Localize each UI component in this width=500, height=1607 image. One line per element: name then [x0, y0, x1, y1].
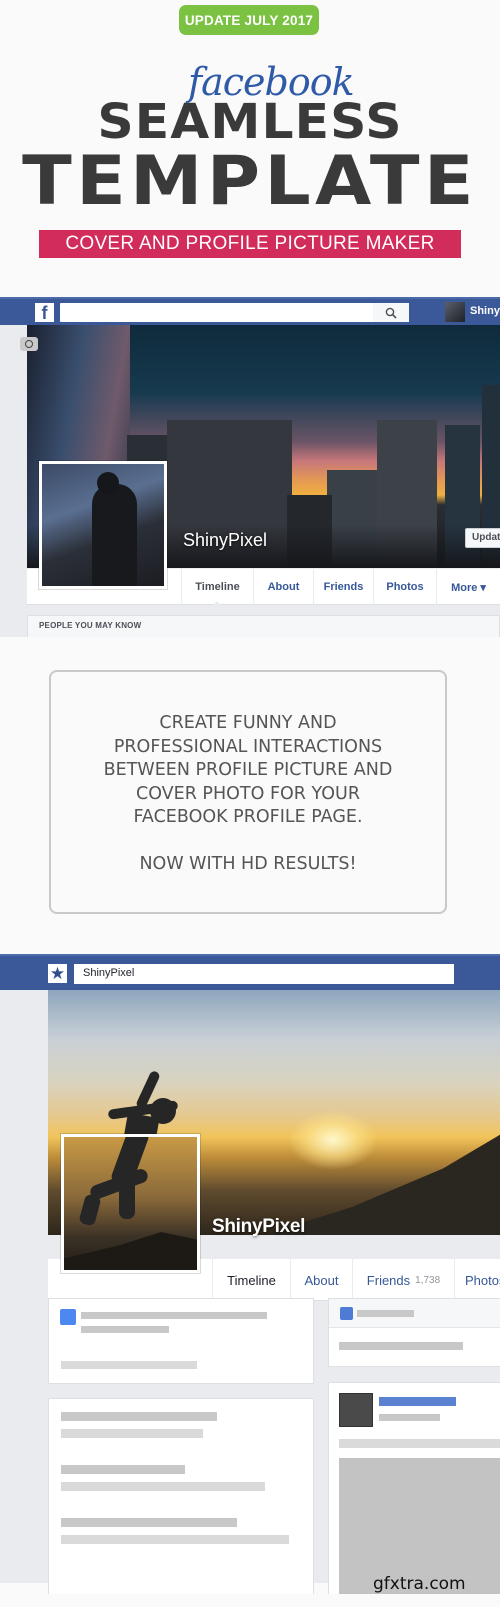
placeholder-thumbnail	[339, 1393, 373, 1427]
tab-more[interactable]: More ▾	[436, 569, 500, 605]
camera-icon[interactable]	[20, 337, 38, 351]
title-seamless: SEAMLESS	[97, 94, 403, 150]
friends-count: 1,738	[415, 1274, 441, 1286]
profile-picture-2[interactable]	[61, 1134, 200, 1273]
search-input-2[interactable]: ShinyPixel	[74, 964, 454, 984]
tab-about[interactable]: About	[253, 569, 313, 605]
tab-timeline-2[interactable]: Timeline	[212, 1259, 290, 1301]
post-card-placeholder	[48, 1298, 314, 1384]
tab-photos[interactable]: Photos	[373, 569, 436, 605]
top-nav-bar-2: ★ ShinyPixel	[0, 954, 500, 990]
profile-picture-1[interactable]	[39, 461, 167, 589]
watermark: gfxtra.com	[373, 1574, 466, 1594]
tab-friends[interactable]: Friends	[313, 569, 373, 605]
cover-sun	[288, 1110, 378, 1170]
post-card-placeholder	[48, 1398, 314, 1607]
placeholder-icon	[340, 1307, 353, 1320]
facebook-logo-icon[interactable]: f	[35, 303, 54, 322]
tab-friends-2[interactable]: Friends 1,738	[352, 1259, 454, 1301]
tab-timeline[interactable]: Timeline	[181, 569, 253, 605]
profile-name-1[interactable]: ShinyPixel	[183, 530, 267, 551]
star-icon[interactable]: ★	[48, 964, 67, 983]
user-name-link[interactable]: ShinyP	[470, 305, 500, 317]
search-input[interactable]	[60, 303, 409, 322]
placeholder-avatar	[60, 1309, 76, 1325]
tab-about-2[interactable]: About	[290, 1259, 352, 1301]
top-nav-bar: f ShinyP	[0, 297, 500, 325]
tab-photos-2[interactable]: Photos	[454, 1259, 500, 1301]
title-template: TEMPLATE	[22, 142, 478, 221]
search-button[interactable]	[373, 303, 409, 322]
info-text: CREATE FUNNY AND PROFESSIONAL INTERACTIO…	[103, 713, 393, 874]
search-icon	[385, 307, 397, 319]
update-info-button[interactable]: Update	[465, 528, 500, 548]
user-avatar[interactable]	[445, 302, 465, 322]
tab-friends-label: Friends	[366, 1272, 411, 1288]
active-tab-caret	[212, 601, 222, 606]
sidebar-card-placeholder	[328, 1298, 500, 1367]
profile-person-silhouette	[92, 484, 137, 586]
profile-name-2[interactable]: ShinyPixel	[212, 1216, 305, 1238]
people-you-may-know-header: PEOPLE YOU MAY KNOW	[27, 615, 500, 637]
subtitle-banner: COVER AND PROFILE PICTURE MAKER	[39, 230, 461, 258]
update-badge: UPDATE JULY 2017	[179, 5, 319, 35]
